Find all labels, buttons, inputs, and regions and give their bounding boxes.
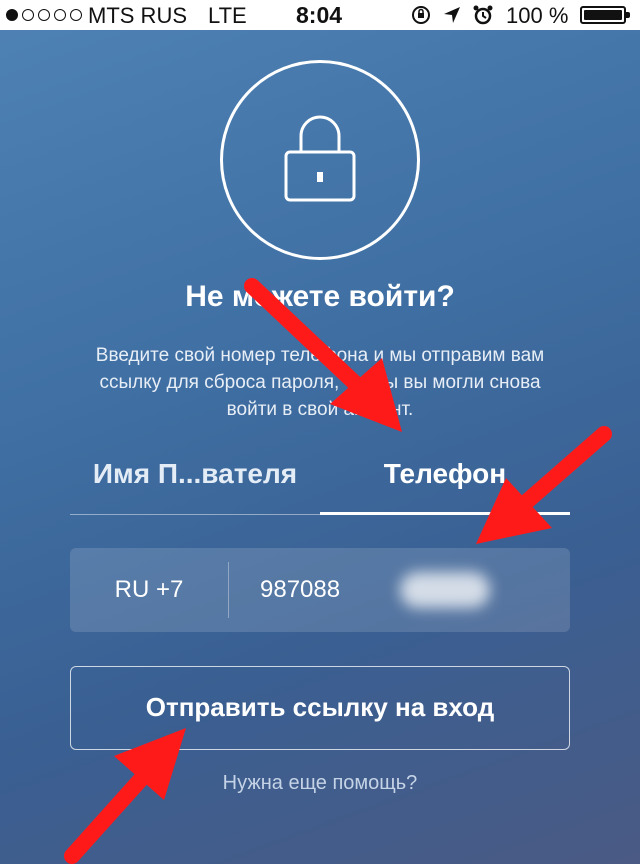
status-icons [410,4,494,26]
location-arrow-icon [444,7,460,23]
recovery-method-tabs: Имя П...вателя Телефон [70,446,570,516]
lock-rotation-icon [412,6,430,24]
tab-phone[interactable]: Телефон [320,446,570,515]
country-code-selector[interactable]: RU +7 [70,548,228,632]
battery-percentage: 100 % [506,3,569,28]
phone-number-input[interactable]: 987088 [260,548,340,632]
tab-username[interactable]: Имя П...вателя [70,446,320,515]
need-help-link[interactable]: Нужна еще помощь? [0,772,640,795]
field-divider [228,562,229,618]
status-bar: MTS RUS LTE 8:04 100 % [0,0,640,30]
page-title: Не можете войти? [185,280,455,313]
signal-strength-icon [6,3,82,27]
instructions-text: Введите свой номер телефона и мы отправи… [95,345,545,420]
phone-field: RU +7 987088 [70,548,570,632]
network-type: LTE [208,3,247,28]
carrier-name: MTS RUS [88,3,187,28]
clock: 8:04 [296,2,343,28]
battery-icon [580,6,630,24]
lock-icon [220,60,420,260]
redacted-digits [400,572,490,608]
alarm-clock-icon [473,5,493,25]
send-login-link-button[interactable]: Отправить ссылку на вход [70,666,570,750]
